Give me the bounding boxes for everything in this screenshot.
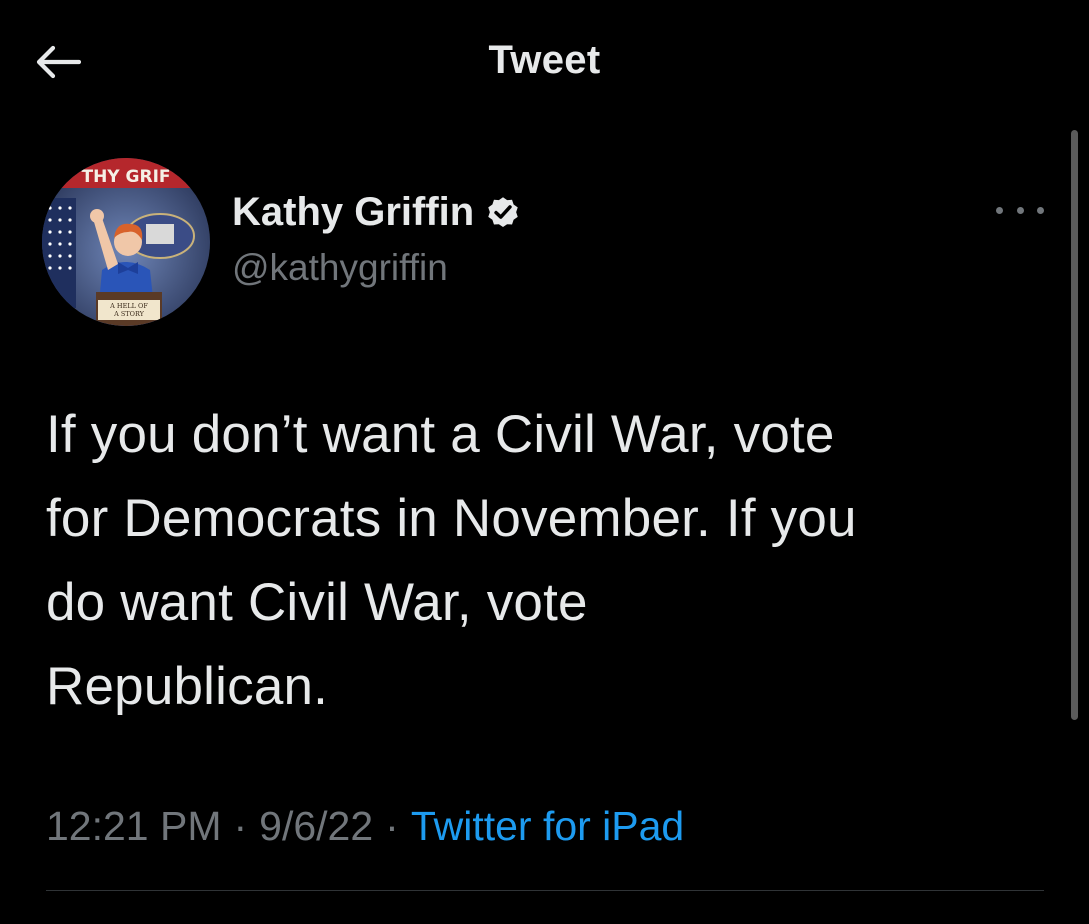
tweet-date[interactable]: 9/6/22 bbox=[259, 803, 373, 850]
scrollbar[interactable] bbox=[1071, 130, 1078, 720]
more-horizontal-icon bbox=[996, 206, 1003, 214]
tweet-detail-screen: Tweet A HELL OF A STORY THY GRIF Kathy G… bbox=[0, 0, 1089, 924]
page-title: Tweet bbox=[488, 38, 601, 82]
tweet-text: If you don’t want a Civil War, vote for … bbox=[46, 405, 857, 716]
avatar-caption-line1: A HELL OF bbox=[109, 302, 148, 310]
author-name-row[interactable]: Kathy Griffin bbox=[232, 186, 522, 238]
more-options-button[interactable] bbox=[996, 200, 1044, 220]
tweet-meta: 12:21 PM · 9/6/22 · Twitter for iPad bbox=[46, 803, 684, 850]
verified-badge-icon bbox=[488, 197, 518, 228]
meta-separator: · bbox=[233, 803, 248, 849]
avatar[interactable]: A HELL OF A STORY THY GRIF bbox=[42, 158, 210, 326]
display-name[interactable]: Kathy Griffin bbox=[232, 190, 474, 235]
more-horizontal-icon bbox=[1016, 206, 1024, 214]
avatar-image: A HELL OF A STORY THY GRIF bbox=[42, 158, 210, 326]
tweet-time[interactable]: 12:21 PM bbox=[46, 803, 222, 850]
avatar-caption-line2: A STORY bbox=[113, 310, 145, 318]
meta-separator: · bbox=[385, 803, 399, 849]
avatar-banner-text: THY GRIF bbox=[81, 167, 170, 187]
divider bbox=[46, 890, 1044, 891]
top-bar: Tweet bbox=[0, 0, 1089, 120]
author-handle[interactable]: @kathygriffin bbox=[232, 247, 448, 289]
tweet-source-link[interactable]: Twitter for iPad bbox=[411, 803, 684, 850]
more-horizontal-icon bbox=[1037, 206, 1044, 214]
